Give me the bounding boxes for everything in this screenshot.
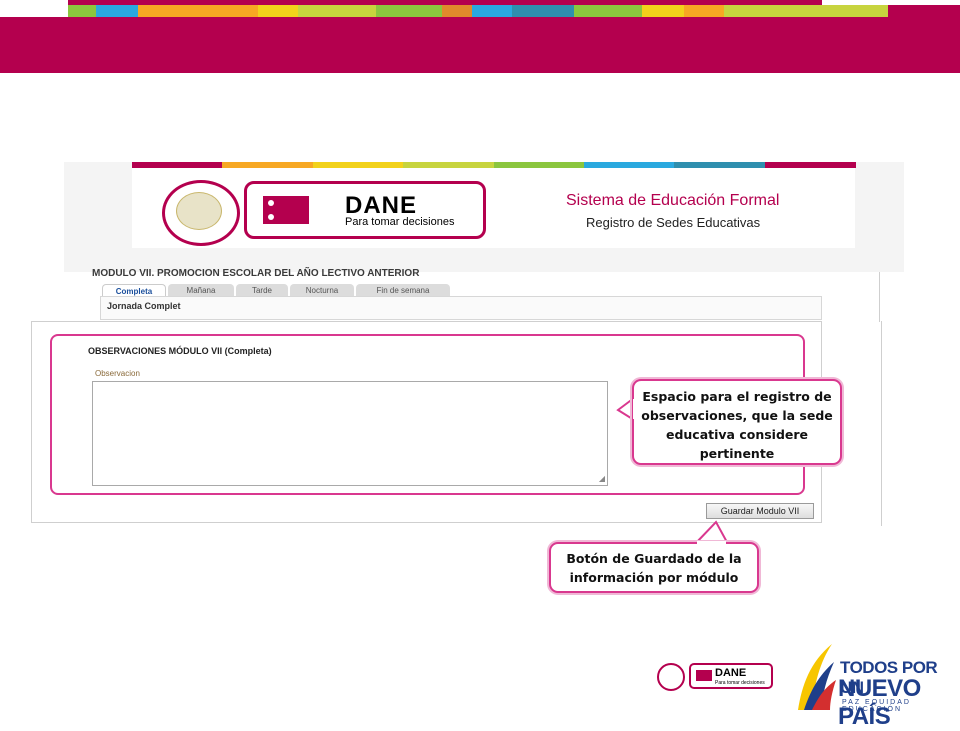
observations-callout: Espacio para el registro de observacione… (632, 379, 842, 465)
footer-dane-icon (696, 670, 712, 681)
footer-dane-text: DANE (715, 667, 747, 679)
callout-pointers (616, 396, 730, 545)
footer-seal-icon (657, 663, 685, 691)
colombia-flag-icon (798, 644, 836, 710)
footer-dane-tagline: Para tomar decisiones (715, 680, 765, 686)
gov-slogan-line3: PAZ EQUIDAD EDUCACIÓN (842, 699, 911, 713)
callout-joint (633, 399, 637, 419)
save-callout: Botón de Guardado de la información por … (549, 542, 759, 593)
callout-joint (697, 541, 726, 546)
